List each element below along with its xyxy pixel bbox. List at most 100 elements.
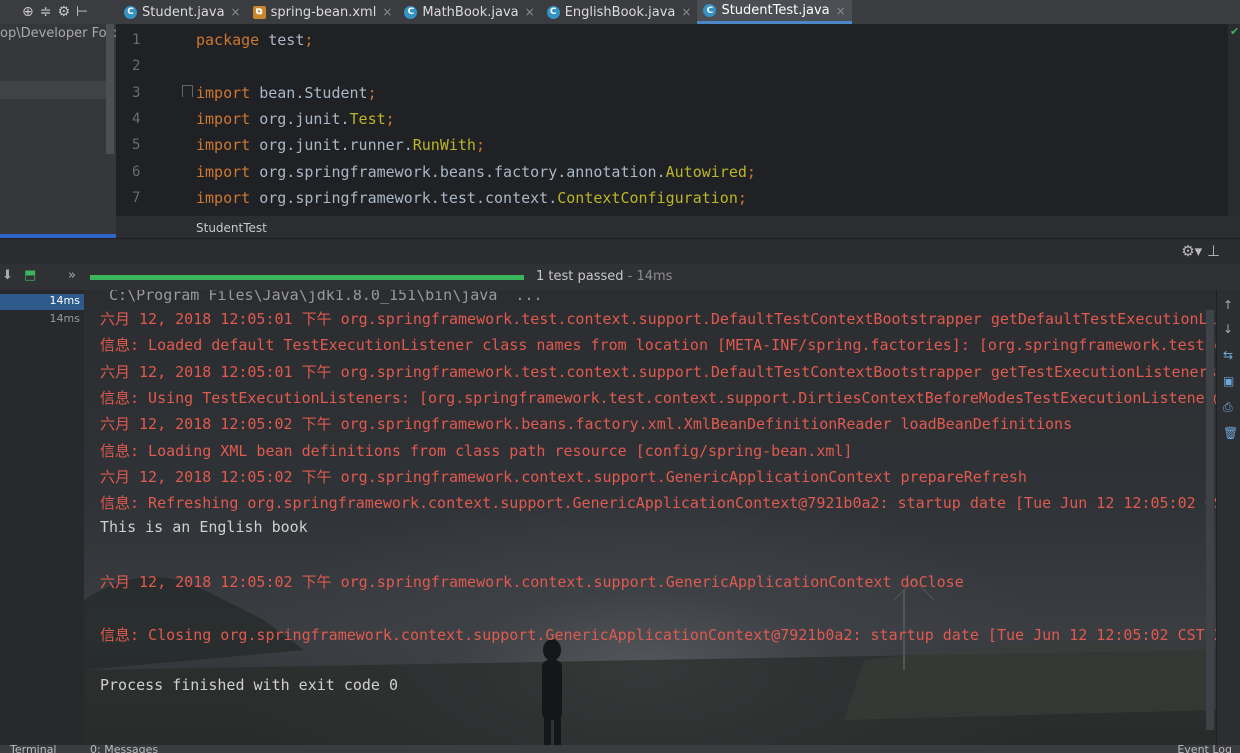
close-icon[interactable]: × xyxy=(681,5,691,19)
fold-marker-icon[interactable] xyxy=(182,85,193,97)
code-token: ; xyxy=(737,188,747,207)
project-panel: op\Developer Folder xyxy=(0,24,116,238)
console-side-toolbar: ↑ ↓ ⇆ ▣ ⎙ 🗑 xyxy=(1216,290,1240,745)
class-icon: C xyxy=(546,5,560,19)
code-token: import xyxy=(196,109,251,128)
trash-icon[interactable]: 🗑 xyxy=(1223,426,1238,440)
tool-window-header: ⚙▾ ⊥ xyxy=(0,238,1240,265)
code-token: package xyxy=(196,31,260,49)
breadcrumb-class[interactable]: StudentTest xyxy=(196,221,267,235)
down-arrow-icon[interactable]: ⬇ xyxy=(2,268,13,283)
more-icon[interactable]: » xyxy=(68,268,76,283)
terminal-tab[interactable]: Terminal xyxy=(10,745,57,753)
code-token: Autowired xyxy=(665,162,747,181)
line-number: 1 xyxy=(132,32,141,48)
close-icon[interactable]: × xyxy=(382,5,392,19)
class-icon: C xyxy=(124,5,137,19)
collapse-icon[interactable]: ≑ xyxy=(40,4,52,20)
tab-label: spring-bean.xml xyxy=(270,4,377,20)
code-line[interactable]: package test; xyxy=(196,31,313,49)
console-line: 六月 12, 2018 12:05:02 下午 org.springframew… xyxy=(100,573,964,591)
scroll-to-end-icon[interactable]: ▣ xyxy=(1223,374,1234,388)
test-duration: - 14ms xyxy=(623,269,673,284)
editor-tabs: C Student.java × ⧉ spring-bean.xml × C MathBook… xyxy=(118,0,852,24)
editor-marker-strip xyxy=(1228,24,1240,238)
line-number: 4 xyxy=(132,110,141,127)
console-line: 六月 12, 2018 12:05:01 下午 org.springframew… xyxy=(100,310,1216,328)
code-line[interactable]: import org.junit.runner.RunWith; xyxy=(196,136,485,154)
code-token: RunWith xyxy=(412,136,476,155)
editor-tab-bar: ⊕ ≑ ⚙ ⊢ C Student.java × ⧉ spring-bean.xml × C… xyxy=(0,0,1240,25)
line-number: 7 xyxy=(132,189,141,206)
pin-icon[interactable]: ⊢ xyxy=(76,4,88,20)
breadcrumb[interactable]: StudentTest xyxy=(116,216,1240,238)
line-number: 3 xyxy=(132,84,141,101)
print-icon[interactable]: ⎙ xyxy=(1223,400,1233,415)
tab-studenttest-java[interactable]: C StudentTest.java × xyxy=(697,0,852,24)
tab-student-java[interactable]: C Student.java × xyxy=(118,0,247,24)
test-progress-fill xyxy=(90,275,524,280)
code-token: ; xyxy=(746,162,756,181)
tab-label: Student.java xyxy=(142,4,225,20)
class-icon: C xyxy=(404,5,418,19)
code-line[interactable]: import org.springframework.beans.factory… xyxy=(196,163,756,181)
console-line: This is an English book xyxy=(100,518,308,537)
line-number: 6 xyxy=(132,163,141,180)
code-token: ; xyxy=(385,109,395,128)
status-bar: Terminal 0: Messages Event Log xyxy=(0,745,1240,753)
console-line: Process finished with exit code 0 xyxy=(100,676,399,695)
console-line: 信息: Refreshing org.springframework.conte… xyxy=(100,494,1216,513)
test-tree-row[interactable]: 14ms xyxy=(0,312,84,328)
close-icon[interactable]: × xyxy=(231,5,241,19)
console-line: 六月 12, 2018 12:05:02 下午 org.springframew… xyxy=(100,467,1027,486)
code-token: import xyxy=(196,162,251,181)
console-line: 信息: Loading XML bean definitions from cl… xyxy=(100,441,853,460)
code-editor[interactable]: 1 2 3 4 5 6 7 package test; import bean.Student… xyxy=(116,24,1240,216)
console-line: 信息: Closing org.springframework.context.… xyxy=(100,625,1216,644)
export-icon[interactable]: ⬒ xyxy=(24,268,36,283)
test-status-text: 1 test passed xyxy=(536,269,624,284)
console-scrollbar[interactable] xyxy=(1206,310,1214,730)
tab-spring-bean-xml[interactable]: ⧉ spring-bean.xml × xyxy=(247,0,399,24)
close-icon[interactable]: × xyxy=(836,4,846,18)
code-token: import xyxy=(196,83,251,102)
console-line: C:\Program Files\Java\jdk1.8.0_151\bin\j… xyxy=(100,290,543,304)
code-token: import xyxy=(196,188,251,207)
code-token: org.springframework.test.context. xyxy=(250,188,558,207)
tab-englishbook-java[interactable]: C EnglishBook.java × xyxy=(541,0,698,24)
event-log-tab[interactable]: Event Log xyxy=(1177,745,1232,753)
code-line[interactable]: import bean.Student; xyxy=(196,84,377,102)
gear-icon[interactable]: ⚙ xyxy=(57,4,70,20)
project-path: op\Developer Folder xyxy=(0,26,116,41)
code-token: import xyxy=(196,136,251,155)
test-results-tree: 14ms 14ms xyxy=(0,290,85,745)
test-progress-bar xyxy=(90,275,524,280)
xml-file-icon: ⧉ xyxy=(252,5,266,19)
code-token: bean.Student xyxy=(250,83,368,102)
project-scrollbar[interactable] xyxy=(106,24,114,154)
code-token: ContextConfiguration xyxy=(557,188,738,207)
code-token: Test xyxy=(349,109,386,128)
code-token: ; xyxy=(304,31,314,49)
tab-label: MathBook.java xyxy=(422,4,519,20)
messages-tab[interactable]: 0: Messages xyxy=(90,745,158,753)
down-arrow-icon[interactable]: ↓ xyxy=(1223,322,1233,336)
line-number: 5 xyxy=(132,137,141,154)
soft-wrap-icon[interactable]: ⇆ xyxy=(1223,348,1233,362)
console-output[interactable]: C:\Program Files\Java\jdk1.8.0_151\bin\j… xyxy=(84,290,1216,745)
code-line[interactable]: import org.junit.Test; xyxy=(196,110,395,128)
console-line: 信息: Using TestExecutionListeners: [org.s… xyxy=(100,388,1216,407)
test-tree-row[interactable]: 14ms xyxy=(0,294,84,310)
settings-gear-icon[interactable]: ⚙▾ ⊥ xyxy=(1181,242,1220,260)
tab-mathbook-java[interactable]: C MathBook.java × xyxy=(398,0,540,24)
code-token: test xyxy=(259,31,305,49)
close-icon[interactable]: × xyxy=(525,5,535,19)
target-icon[interactable]: ⊕ xyxy=(22,4,34,20)
tab-label: EnglishBook.java xyxy=(564,4,676,20)
code-line[interactable]: import org.springframework.test.context.… xyxy=(196,189,747,207)
line-number: 2 xyxy=(132,58,141,75)
console-line: 六月 12, 2018 12:05:01 下午 org.springframew… xyxy=(100,362,1216,381)
project-selected-row[interactable] xyxy=(0,81,106,99)
up-arrow-icon[interactable]: ↑ xyxy=(1223,298,1233,312)
code-token: org.springframework.beans.factory.annota… xyxy=(250,162,666,181)
